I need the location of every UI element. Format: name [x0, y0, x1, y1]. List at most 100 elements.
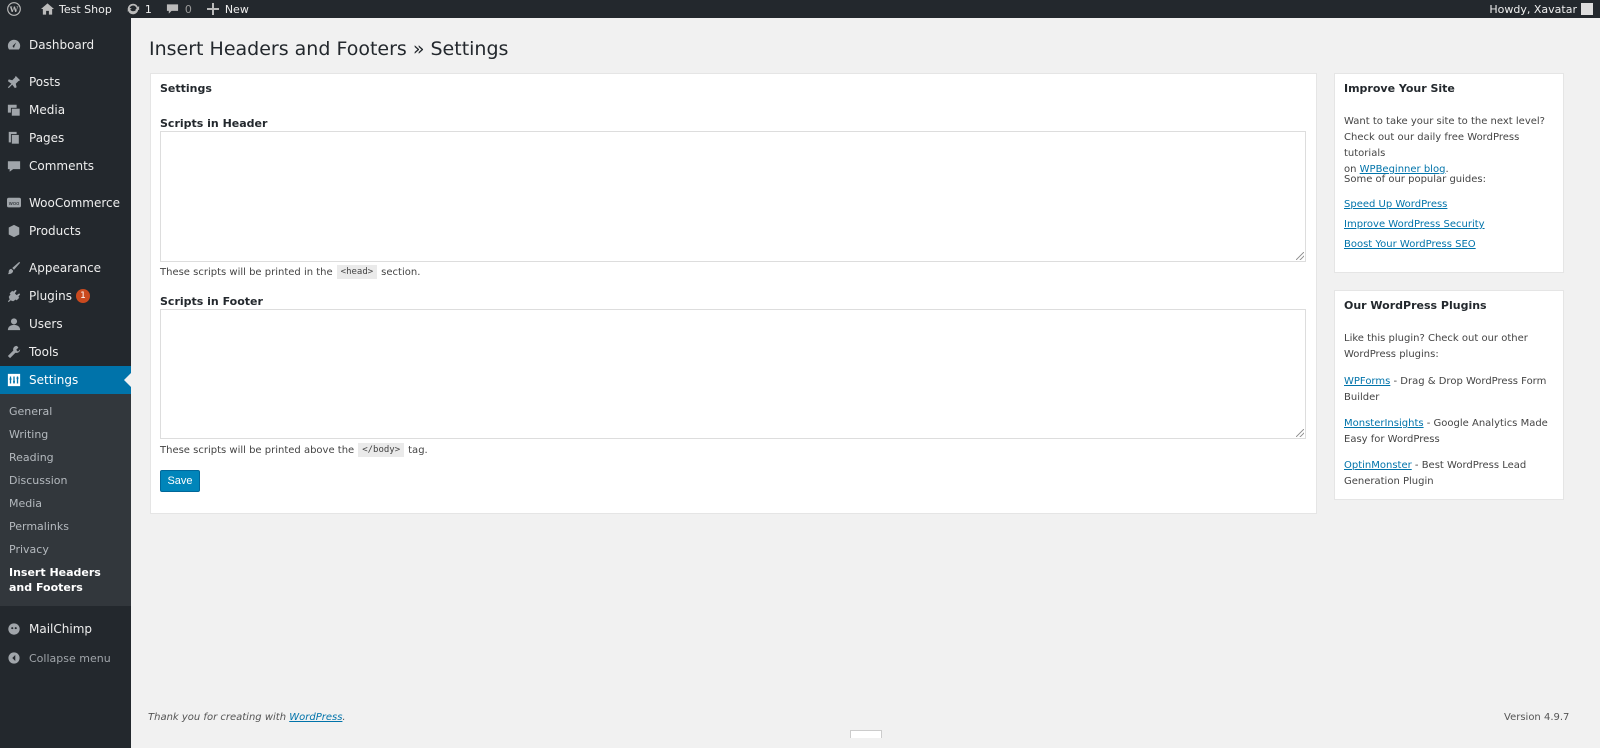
- menu-comments[interactable]: Comments: [0, 152, 131, 180]
- admin-bar: W Test Shop 1 0 New Howdy, Xavatar: [0, 0, 1600, 18]
- head-tag-code: <head>: [336, 265, 378, 279]
- collapse-label: Collapse menu: [29, 651, 111, 665]
- boost-seo-link[interactable]: Boost Your WordPress SEO: [1344, 237, 1476, 253]
- settings-submenu: General Writing Reading Discussion Media…: [0, 394, 131, 606]
- new-content-link[interactable]: New: [199, 0, 256, 18]
- updates-link[interactable]: 1: [119, 0, 159, 18]
- menu-users[interactable]: Users: [0, 310, 131, 338]
- plus-icon: [206, 2, 220, 16]
- comments-count: 0: [184, 2, 192, 16]
- plugin-wpforms: WPForms - Drag & Drop WordPress Form Bui…: [1344, 374, 1559, 406]
- menu-mailchimp[interactable]: MailChimp: [0, 615, 131, 643]
- menu-settings[interactable]: Settings: [0, 366, 131, 394]
- our-plugins-title: Our WordPress Plugins: [1344, 299, 1487, 312]
- resize-grip-icon[interactable]: [1296, 252, 1304, 260]
- header-scripts-label: Scripts in Header: [160, 117, 268, 130]
- submenu-writing[interactable]: Writing: [9, 427, 124, 442]
- wpforms-link[interactable]: WPForms: [1344, 376, 1390, 387]
- settings-panel-title: Settings: [160, 82, 212, 95]
- menu-label: Products: [29, 224, 81, 238]
- plugin-desc: - Best WordPress Lead: [1411, 460, 1527, 471]
- svg-text:W: W: [9, 5, 19, 14]
- avatar: [1581, 3, 1593, 15]
- save-button[interactable]: Save: [160, 470, 200, 492]
- menu-woocommerce[interactable]: woo WooCommerce: [0, 189, 131, 217]
- menu-label: Tools: [29, 345, 59, 359]
- speed-up-wordpress-link[interactable]: Speed Up WordPress: [1344, 197, 1447, 213]
- desc-text: These scripts will be printed in the: [160, 266, 333, 278]
- menu-label: Users: [29, 317, 63, 331]
- pin-icon: [6, 74, 22, 90]
- menu-label: WooCommerce: [29, 196, 120, 210]
- popular-guides-label: Some of our popular guides:: [1344, 174, 1486, 185]
- footer-text: .: [342, 712, 346, 723]
- improve-site-intro: Want to take your site to the next level…: [1344, 114, 1559, 178]
- header-scripts-textarea[interactable]: [160, 131, 1306, 262]
- footer-version: Version 4.9.7: [1504, 712, 1570, 723]
- desc-text: tag.: [408, 444, 428, 456]
- intro-line: Check out our daily free WordPress tutor…: [1344, 132, 1520, 159]
- home-icon: [40, 2, 54, 16]
- updates-icon: [126, 2, 140, 16]
- submenu-media[interactable]: Media: [9, 496, 124, 511]
- menu-label: Comments: [29, 159, 95, 173]
- menu-label: Media: [29, 103, 66, 117]
- menu-appearance[interactable]: Appearance: [0, 254, 131, 282]
- woocommerce-icon: woo: [6, 195, 22, 211]
- wordpress-link[interactable]: WordPress: [289, 712, 342, 723]
- menu-pages[interactable]: Pages: [0, 124, 131, 152]
- submenu-reading[interactable]: Reading: [9, 450, 124, 465]
- improve-site-title: Improve Your Site: [1344, 82, 1455, 95]
- footer-text: Thank you for creating with: [148, 712, 287, 723]
- submenu-general[interactable]: General: [9, 404, 124, 419]
- page-title: Insert Headers and Footers » Settings: [149, 38, 509, 60]
- my-account-link[interactable]: Howdy, Xavatar: [1482, 0, 1600, 18]
- new-label: New: [224, 2, 249, 16]
- menu-label: Pages: [29, 131, 65, 145]
- screen-options-tab[interactable]: [850, 730, 882, 738]
- plugins-update-badge: 1: [75, 289, 90, 303]
- submenu-permalinks[interactable]: Permalinks: [9, 519, 124, 534]
- improve-security-link[interactable]: Improve WordPress Security: [1344, 217, 1485, 233]
- menu-posts[interactable]: Posts: [0, 68, 131, 96]
- menu-label: Appearance: [29, 261, 102, 275]
- monsterinsights-link[interactable]: MonsterInsights: [1344, 418, 1424, 429]
- plugin-desc: Easy for WordPress: [1344, 434, 1440, 445]
- our-plugins-intro: Like this plugin? Check out our other Wo…: [1344, 331, 1559, 363]
- media-icon: [6, 102, 22, 118]
- resize-grip-icon[interactable]: [1296, 429, 1304, 437]
- wp-logo-button[interactable]: W: [0, 0, 33, 18]
- menu-plugins[interactable]: Plugins 1: [0, 282, 131, 310]
- mailchimp-icon: [6, 621, 22, 637]
- menu-label: Posts: [29, 75, 61, 89]
- footer-scripts-description: These scripts will be printed above the …: [160, 442, 428, 458]
- menu-media[interactable]: Media: [0, 96, 131, 124]
- menu-label: Plugins: [29, 289, 72, 303]
- submenu-discussion[interactable]: Discussion: [9, 473, 124, 488]
- products-icon: [6, 223, 22, 239]
- comment-bubble-icon: [166, 2, 180, 16]
- intro-line: WordPress plugins:: [1344, 349, 1439, 360]
- collapse-menu-button[interactable]: Collapse menu: [0, 644, 131, 672]
- submenu-privacy[interactable]: Privacy: [9, 542, 124, 557]
- desc-text: section.: [381, 266, 421, 278]
- optinmonster-link[interactable]: OptinMonster: [1344, 460, 1412, 471]
- dashboard-icon: [6, 37, 22, 53]
- comments-link[interactable]: 0: [159, 0, 199, 18]
- menu-dashboard[interactable]: Dashboard: [0, 31, 131, 59]
- updates-count: 1: [144, 2, 152, 16]
- plugin-optinmonster: OptinMonster - Best WordPress Lead Gener…: [1344, 458, 1559, 490]
- footer-scripts-textarea[interactable]: [160, 309, 1306, 439]
- plugin-icon: [6, 288, 22, 304]
- menu-label: MailChimp: [29, 622, 92, 636]
- menu-products[interactable]: Products: [0, 217, 131, 245]
- intro-line: Like this plugin? Check out our other: [1344, 333, 1528, 344]
- pages-icon: [6, 130, 22, 146]
- submenu-insert-headers-footers[interactable]: Insert Headers and Footers: [9, 565, 124, 595]
- plugin-desc: Generation Plugin: [1344, 476, 1434, 487]
- howdy-text: Howdy, Xavatar: [1489, 2, 1577, 16]
- plugin-desc: Builder: [1344, 392, 1380, 403]
- site-name-link[interactable]: Test Shop: [33, 0, 119, 18]
- menu-tools[interactable]: Tools: [0, 338, 131, 366]
- body-tag-code: </body>: [358, 443, 405, 457]
